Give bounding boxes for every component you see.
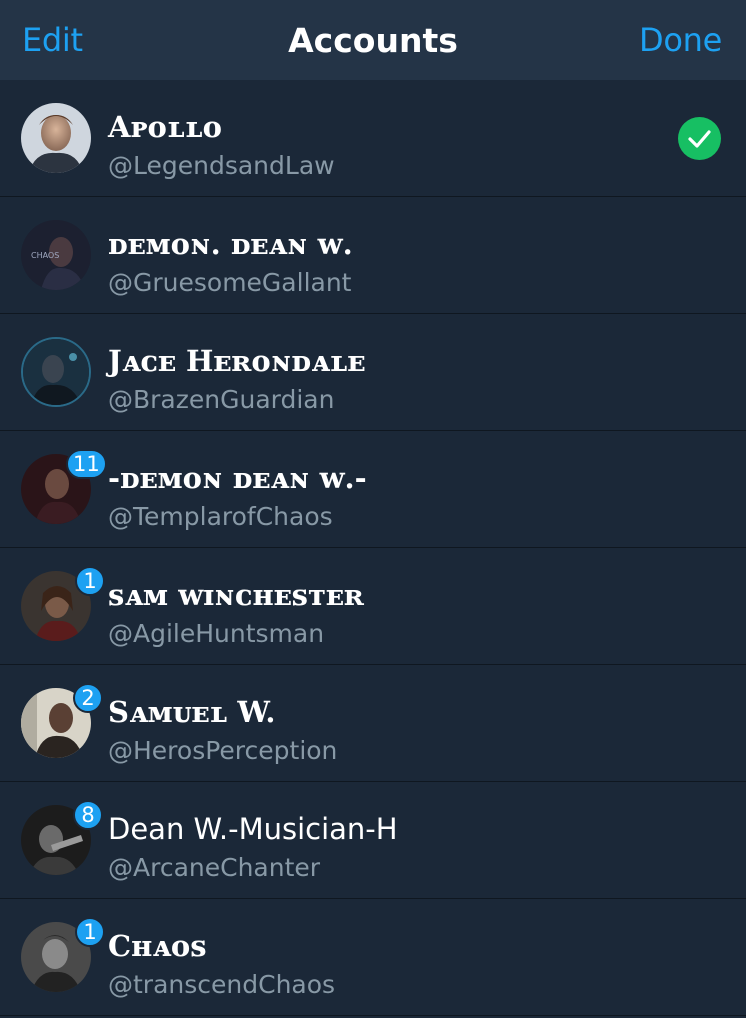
account-row-agilehuntsman[interactable]: 1 ꜱᴀᴍ ᴡɪɴᴄʜᴇꜱᴛᴇʀ @AgileHuntsman bbox=[0, 548, 746, 665]
notification-badge: 1 bbox=[75, 917, 105, 947]
account-name: ᴅᴇᴍᴏɴ. ᴅᴇᴀɴ ᴡ. bbox=[108, 227, 353, 261]
account-row-arcanechanter[interactable]: 8 Dean W.-Musician-H @ArcaneChanter bbox=[0, 782, 746, 899]
avatar bbox=[21, 337, 91, 407]
account-row-transcendchaos[interactable]: 1 Cʜᴀᴏꜱ @transcendChaos bbox=[0, 899, 746, 1016]
notification-badge: 2 bbox=[73, 683, 103, 713]
account-name: -ᴅᴇᴍᴏɴ ᴅᴇᴀɴ ᴡ.- bbox=[108, 461, 367, 495]
checkmark-circle-icon bbox=[678, 117, 721, 160]
notification-badge: 11 bbox=[66, 449, 107, 479]
page-title: Accounts bbox=[288, 20, 458, 60]
account-name: ꜱᴀᴍ ᴡɪɴᴄʜᴇꜱᴛᴇʀ bbox=[108, 578, 364, 612]
done-button[interactable]: Done bbox=[639, 21, 722, 59]
account-handle: @ArcaneChanter bbox=[108, 853, 321, 882]
account-handle: @HerosPerception bbox=[108, 736, 338, 765]
account-handle: @transcendChaos bbox=[108, 970, 336, 999]
account-row-templarofchaos[interactable]: 11 -ᴅᴇᴍᴏɴ ᴅᴇᴀɴ ᴡ.- @TemplarofChaos bbox=[0, 431, 746, 548]
account-handle: @LegendsandLaw bbox=[108, 151, 335, 180]
account-row-herosperception[interactable]: 2 Sᴀᴍᴜᴇʟ W. @HerosPerception bbox=[0, 665, 746, 782]
account-row-apollo[interactable]: Aᴘᴏʟʟᴏ @LegendsandLaw bbox=[0, 80, 746, 197]
edit-button[interactable]: Edit bbox=[22, 21, 83, 59]
avatar bbox=[21, 103, 91, 173]
navigation-bar: Edit Accounts Done bbox=[0, 0, 746, 80]
account-name: Aᴘᴏʟʟᴏ bbox=[108, 110, 222, 144]
svg-text:CHAOS: CHAOS bbox=[31, 251, 59, 260]
notification-badge: 1 bbox=[75, 566, 105, 596]
account-name: Jᴀᴄᴇ Hᴇʀᴏɴᴅᴀʟᴇ bbox=[108, 344, 366, 378]
account-handle: @GruesomeGallant bbox=[108, 268, 352, 297]
notification-badge: 8 bbox=[73, 800, 103, 830]
account-row-brazenguardian[interactable]: Jᴀᴄᴇ Hᴇʀᴏɴᴅᴀʟᴇ @BrazenGuardian bbox=[0, 314, 746, 431]
account-handle: @TemplarofChaos bbox=[108, 502, 333, 531]
account-name: Sᴀᴍᴜᴇʟ W. bbox=[108, 695, 276, 729]
account-handle: @BrazenGuardian bbox=[108, 385, 335, 414]
avatar: CHAOS bbox=[21, 220, 91, 290]
account-row-gruesomegallant[interactable]: CHAOS ᴅᴇᴍᴏɴ. ᴅᴇᴀɴ ᴡ. @GruesomeGallant bbox=[0, 197, 746, 314]
account-name: Cʜᴀᴏꜱ bbox=[108, 929, 207, 963]
account-list: Aᴘᴏʟʟᴏ @LegendsandLaw CHAOS ᴅᴇᴍᴏɴ. ᴅᴇᴀɴ … bbox=[0, 80, 746, 1016]
account-handle: @AgileHuntsman bbox=[108, 619, 325, 648]
account-name: Dean W.-Musician-H bbox=[108, 812, 398, 846]
